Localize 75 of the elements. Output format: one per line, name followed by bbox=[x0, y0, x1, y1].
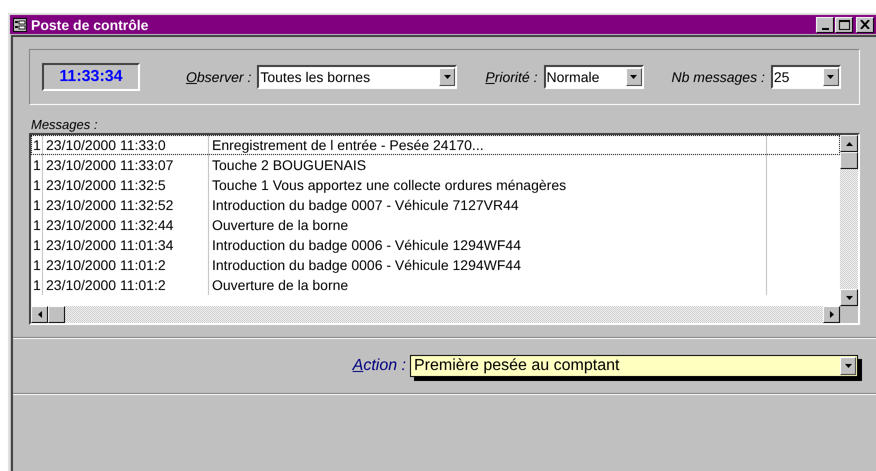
table-cell: 23/10/2000 11:01:2 bbox=[43, 275, 209, 295]
right-arrow-icon bbox=[830, 311, 834, 318]
vertical-scrollbar[interactable] bbox=[840, 135, 858, 306]
filter-dropdown[interactable]: Normale bbox=[544, 65, 644, 89]
messages-label: Messages : bbox=[31, 117, 98, 133]
table-cell: Ouverture de la borne bbox=[209, 215, 767, 235]
dropdown-value: Toutes les bornes bbox=[259, 68, 372, 86]
table-cell: 1 bbox=[31, 195, 43, 215]
scroll-left-button[interactable] bbox=[31, 306, 48, 323]
filter-dropdown[interactable]: 25 bbox=[770, 65, 841, 89]
down-arrow-icon bbox=[844, 364, 852, 368]
dropdown-value: Normale bbox=[546, 68, 600, 86]
dropdown-button[interactable] bbox=[626, 68, 642, 86]
clock-display: 11:33:34 bbox=[42, 63, 140, 91]
table-cell: 23/10/2000 11:01:34 bbox=[43, 235, 209, 255]
dropdown-button[interactable] bbox=[840, 357, 856, 375]
table-cell: 1 bbox=[31, 175, 43, 195]
table-cell: 23/10/2000 11:01:2 bbox=[43, 255, 209, 275]
message-row[interactable]: 1 23/10/2000 11:33:0 Enregistrement de l entrée - Pesée 24170... bbox=[31, 135, 840, 155]
table-cell: Touche 1 Vous apportez une collecte ordures ménagères bbox=[209, 175, 767, 195]
table-cell: Ouverture de la borne bbox=[209, 275, 767, 295]
down-arrow-icon bbox=[444, 75, 451, 79]
left-arrow-icon bbox=[38, 311, 42, 318]
table-cell: 1 bbox=[31, 135, 43, 155]
table-cell: 1 bbox=[31, 275, 43, 295]
scroll-right-button[interactable] bbox=[823, 306, 840, 323]
down-arrow-icon bbox=[630, 75, 637, 79]
dropdown-button[interactable] bbox=[439, 68, 456, 86]
maximize-button[interactable] bbox=[835, 16, 853, 32]
table-cell: Introduction du badge 0007 - Véhicule 7127VR44 bbox=[209, 195, 767, 215]
down-arrow-icon bbox=[827, 75, 834, 79]
table-cell: 1 bbox=[31, 215, 43, 235]
action-label: Action : bbox=[352, 356, 406, 376]
horizontal-scrollbar[interactable] bbox=[31, 306, 858, 323]
form-icon bbox=[13, 18, 27, 32]
scrollbar-corner bbox=[840, 306, 858, 323]
close-button[interactable] bbox=[856, 16, 874, 32]
table-cell: 23/10/2000 11:32:44 bbox=[43, 215, 209, 235]
message-row[interactable]: 1 23/10/2000 11:32:5 Touche 1 Vous apportez une collecte ordures ménagères bbox=[31, 175, 840, 195]
scroll-thumb[interactable] bbox=[840, 152, 858, 169]
dropdown-value: 25 bbox=[772, 68, 790, 86]
message-row[interactable]: 1 23/10/2000 11:01:2 Ouverture de la borne bbox=[31, 275, 840, 295]
table-cell: 23/10/2000 11:33:0 bbox=[43, 135, 209, 155]
scroll-up-button[interactable] bbox=[840, 135, 858, 152]
filter-label: Nb messages : bbox=[672, 68, 765, 87]
filter-label: Observer : bbox=[186, 68, 252, 86]
dropdown-button[interactable] bbox=[822, 68, 839, 86]
message-list[interactable] bbox=[29, 133, 860, 325]
minimize-icon bbox=[822, 28, 828, 30]
scroll-thumb[interactable] bbox=[48, 306, 65, 323]
table-cell: 1 bbox=[31, 155, 43, 175]
table-cell: Touche 2 BOUGUENAIS bbox=[209, 155, 767, 175]
filter-label: Priorité : bbox=[485, 68, 538, 86]
message-row[interactable]: 1 23/10/2000 11:32:44 Ouverture de la borne bbox=[31, 215, 840, 235]
table-cell: 1 bbox=[31, 255, 43, 275]
message-row[interactable]: 1 23/10/2000 11:01:2 Introduction du badge 0006 - Véhicule 1294WF44 bbox=[31, 255, 840, 275]
table-cell: Introduction du badge 0006 - Véhicule 1294WF44 bbox=[209, 235, 767, 255]
table-cell: 23/10/2000 11:32:52 bbox=[43, 195, 209, 215]
message-row[interactable]: 1 23/10/2000 11:01:34 Introduction du badge 0006 - Véhicule 1294WF44 bbox=[31, 235, 840, 255]
down-arrow-icon bbox=[846, 296, 852, 300]
close-icon bbox=[860, 20, 870, 29]
table-cell: 1 bbox=[31, 235, 43, 255]
table-cell: 23/10/2000 11:33:07 bbox=[43, 155, 209, 175]
filter-dropdown[interactable]: Toutes les bornes bbox=[257, 65, 458, 89]
message-row[interactable]: 1 23/10/2000 11:32:52 Introduction du badge 0007 - Véhicule 7127VR44 bbox=[31, 195, 840, 215]
minimize-button[interactable] bbox=[816, 16, 834, 32]
message-row[interactable]: 1 23/10/2000 11:33:07 Touche 2 BOUGUENAIS bbox=[31, 155, 840, 175]
table-cell: Enregistrement de l entrée - Pesée 24170... bbox=[209, 135, 767, 155]
scroll-down-button[interactable] bbox=[840, 289, 858, 306]
action-value: Première pesée au comptant bbox=[413, 358, 620, 374]
table-cell: Introduction du badge 0006 - Véhicule 1294WF44 bbox=[209, 255, 767, 275]
up-arrow-icon bbox=[846, 142, 852, 146]
maximize-icon bbox=[838, 20, 850, 30]
table-cell: 23/10/2000 11:32:5 bbox=[43, 175, 209, 195]
window-title: Poste de contrôle bbox=[31, 18, 148, 32]
